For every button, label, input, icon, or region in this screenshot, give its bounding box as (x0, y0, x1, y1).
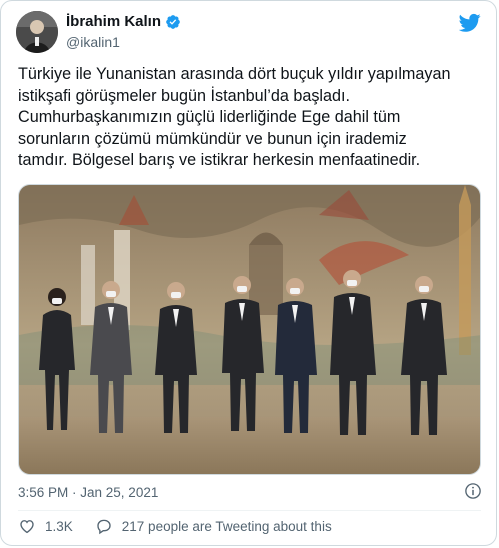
tweet-timestamp[interactable]: 3:56 PM · Jan 25, 2021 (18, 485, 158, 500)
tweet-line: Cumhurbaşkanımızın güçlü liderliğinde Eg… (18, 108, 401, 126)
like-count: 1.3K (45, 518, 73, 534)
speech-bubble-icon (97, 519, 111, 535)
tweet-text: Türkiye ile Yunanistan arasında dört buç… (18, 64, 486, 172)
reply-button[interactable]: 217 people are Tweeting about this (95, 517, 332, 535)
author-handle[interactable]: @ikalin1 (66, 34, 120, 50)
tweet-line: Türkiye ile Yunanistan arasında dört buç… (18, 65, 451, 83)
tweet-actions: 1.3K 217 people are Tweeting about this (18, 517, 332, 535)
tweet-card: İbrahim Kalın @ikalin1 Türkiye ile Yunan… (0, 0, 497, 546)
tweet-photo[interactable] (18, 184, 481, 475)
tweet-line: tamdır. Bölgesel barış ve istikrar herke… (18, 151, 421, 169)
avatar[interactable] (16, 11, 58, 53)
tweet-line: sorunların çözümü mümkündür ve bunun içi… (18, 129, 407, 148)
like-button[interactable]: 1.3K (18, 517, 73, 535)
info-icon[interactable] (464, 482, 482, 500)
reply-text: 217 people are Tweeting about this (121, 518, 332, 534)
bird-logo-icon[interactable] (459, 13, 481, 33)
divider (18, 510, 481, 511)
tweet-line: istikşafi görüşmeler bugün İstanbul’da b… (18, 86, 351, 105)
author-name[interactable]: İbrahim Kalın (66, 13, 161, 30)
heart-icon (20, 520, 34, 534)
author-row: İbrahim Kalın (66, 13, 181, 30)
verified-badge-icon (166, 14, 180, 29)
